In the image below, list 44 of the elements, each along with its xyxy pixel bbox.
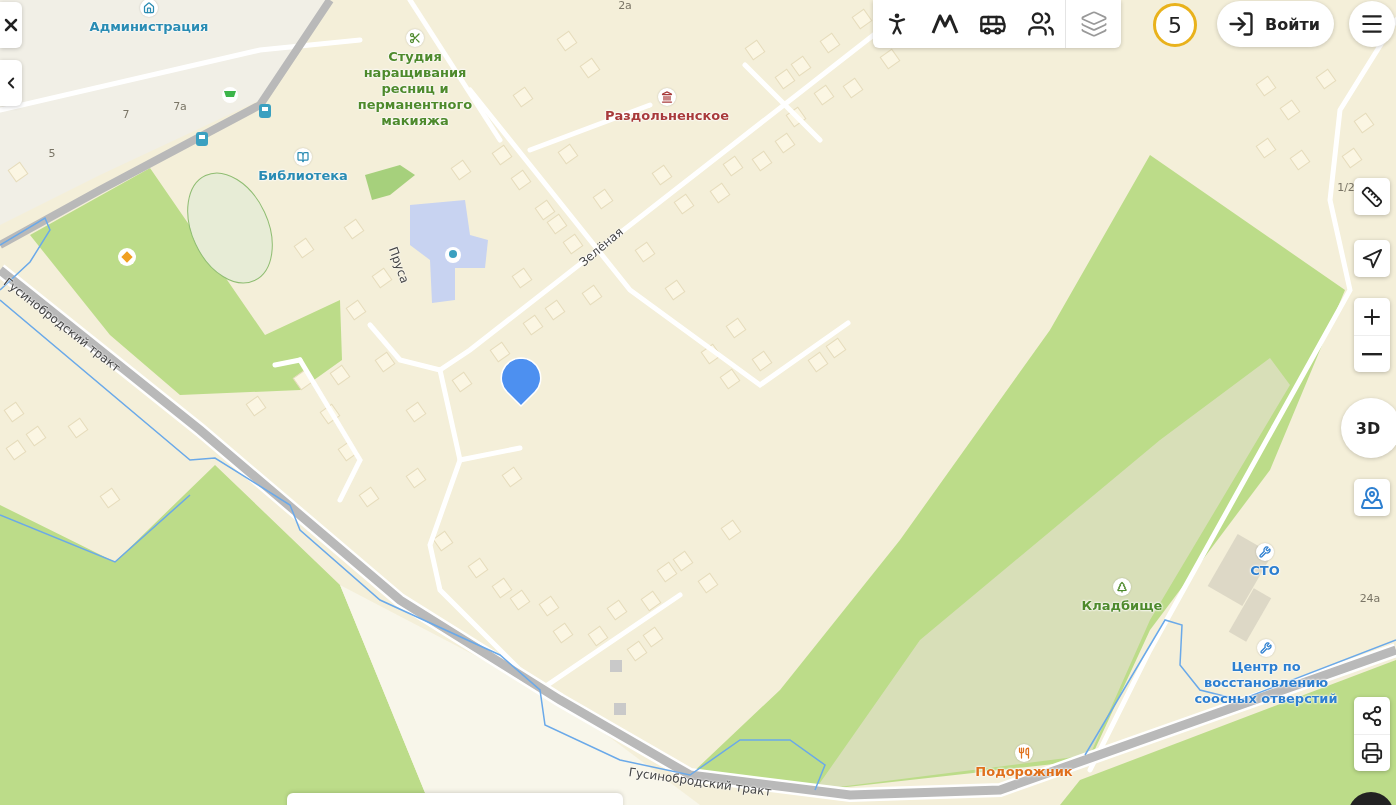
ruler-button[interactable] bbox=[1354, 178, 1390, 215]
place-label[interactable]: Библиотека bbox=[248, 168, 358, 184]
ruler-icon bbox=[1361, 185, 1383, 208]
house bbox=[785, 106, 807, 128]
house bbox=[774, 68, 796, 90]
navigation-icon bbox=[1361, 247, 1383, 270]
globe-icon[interactable] bbox=[445, 247, 461, 263]
cart-icon[interactable] bbox=[222, 87, 238, 103]
location-button[interactable] bbox=[1354, 240, 1390, 277]
map-pin-icon bbox=[1360, 485, 1384, 510]
house bbox=[807, 351, 829, 373]
layers-icon bbox=[1079, 10, 1108, 38]
house-number: 2а bbox=[618, 0, 632, 12]
minus-icon bbox=[1362, 352, 1382, 356]
share-icon bbox=[1361, 704, 1383, 727]
house-number: 7а bbox=[173, 99, 187, 113]
login-icon bbox=[1227, 10, 1255, 38]
place-label[interactable]: Подорожник bbox=[969, 764, 1079, 780]
people-icon bbox=[1027, 10, 1055, 38]
map-pin-button[interactable] bbox=[1354, 479, 1390, 516]
place-label[interactable]: Кладбище bbox=[1072, 598, 1172, 614]
place-label[interactable]: Администрация bbox=[79, 19, 219, 35]
login-button[interactable]: Войти bbox=[1217, 1, 1334, 47]
house bbox=[534, 199, 556, 221]
house bbox=[700, 343, 722, 365]
collapse-button[interactable] bbox=[0, 60, 22, 106]
map-pin-icon[interactable] bbox=[500, 357, 542, 407]
park-area bbox=[365, 165, 415, 200]
metro-icon bbox=[931, 13, 959, 35]
place-label[interactable]: СТО bbox=[1235, 563, 1295, 579]
bus-stop-icon[interactable] bbox=[196, 132, 208, 146]
print-icon bbox=[1361, 742, 1383, 764]
place-label[interactable]: Студия наращивания ресниц и перманентного макияжа bbox=[340, 49, 490, 129]
bus-stop-icon[interactable] bbox=[259, 104, 271, 118]
sheds-drawing bbox=[610, 660, 626, 715]
house-number: 5 bbox=[48, 146, 56, 160]
house-number: 24а bbox=[1359, 591, 1381, 605]
house bbox=[546, 213, 568, 235]
house-number: 7 bbox=[122, 107, 130, 121]
house-number: 1/2 bbox=[1337, 180, 1355, 194]
house bbox=[319, 403, 341, 425]
street-label: Пруса bbox=[385, 244, 412, 286]
close-button[interactable] bbox=[0, 2, 22, 48]
place-label[interactable]: Раздольненское bbox=[597, 108, 737, 124]
